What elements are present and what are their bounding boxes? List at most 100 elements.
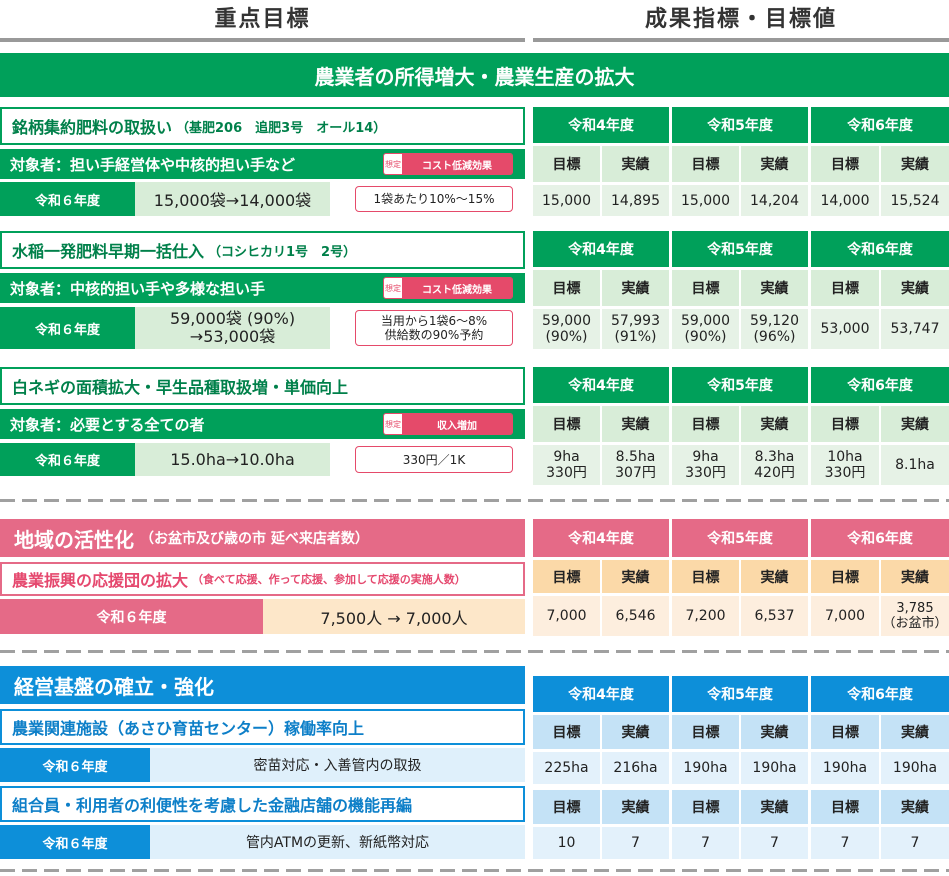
s1-item1-year: 令和６年度 [0,182,135,216]
s2-title-note: （食べて応援、作って応援、参加して応援の実施人数） [192,573,466,586]
s3-item2-value: 管内ATMの更新、新紙幣対応 [150,825,525,859]
table-sub-header: 目標 [672,270,739,306]
s1-item2-value: 59,000袋 (90%) →53,000袋 [135,307,330,349]
table-sub-header: 実績 [881,560,949,593]
table-cell: 9ha 330円 [533,445,600,485]
table-cell: 216ha [602,752,669,784]
table-sub-header: 実績 [741,790,808,824]
section2-banner-note: （お盆市及び歳の市 延べ来店者数） [140,531,369,547]
table-cell: 7,000 [811,596,879,636]
table-cell: 14,895 [602,185,669,216]
table-sub-header: 実績 [741,715,808,749]
s1-item2-badge-label: コスト低減効果 [402,278,512,298]
table-sub-header: 目標 [811,270,879,306]
table-cell: 59,000 (90%) [533,309,600,349]
table-sub-header: 実績 [881,406,949,442]
s1-item2-target-text: 対象者：中核的担い手や多様な担い手 [10,279,266,298]
s2-year: 令和６年度 [0,599,263,634]
table-year-header: 令和5年度 [672,676,808,712]
left-column-header: 重点目標 [214,7,311,32]
left-header-rule [0,38,525,42]
s2-value: 7,500人 → 7,000人 [263,599,525,634]
s3-item1-title: 農業関連施設（あさひ育苗センター）稼働率向上 [0,709,525,745]
s1-item3-note: 330円／1K [355,446,513,473]
section-divider [0,869,949,872]
s1-item2-title-note: （コシヒカリ1号 2号） [208,244,357,260]
table-sub-header: 実績 [881,270,949,306]
table-sub-header: 実績 [881,146,949,182]
s1-item3-value: 15.0ha→10.0ha [135,443,330,476]
table-sub-header: 目標 [811,790,879,824]
table-sub-header: 目標 [533,560,600,593]
table-sub-header: 実績 [602,406,669,442]
table-year-header: 令和6年度 [811,231,949,267]
s1-item1-title: 銘柄集約肥料の取扱い （基肥206 追肥3号 オール14） [0,107,525,145]
table-sub-header: 目標 [533,270,600,306]
section3-banner: 経営基盤の確立・強化 [0,666,525,704]
table-cell: 3,785 （お盆市） [881,596,949,636]
table-cell: 6,537 [741,596,808,636]
section2-banner-text: 地域の活性化 [14,527,134,552]
s1-item3-badge-left: 想定 [384,414,402,434]
table-cell: 14,000 [811,185,879,216]
table-cell: 7 [881,827,949,859]
table-sub-header: 目標 [811,406,879,442]
table-sub-header: 実績 [741,406,808,442]
right-column-header: 成果指標・目標値 [644,7,837,32]
table-year-header: 令和6年度 [811,367,949,403]
s1-item1-value: 15,000袋→14,000袋 [135,182,330,216]
table-sub-header: 実績 [602,715,669,749]
table-sub-header: 目標 [533,406,600,442]
s1-item3-year: 令和６年度 [0,443,135,476]
s1-item3-title: 白ネギの面積拡大・早生品種取扱増・単価向上 [0,367,525,405]
table-cell: 53,000 [811,309,879,349]
table-sub-header: 目標 [672,146,739,182]
table-sub-header: 目標 [533,790,600,824]
table-cell: 8.3ha 420円 [741,445,808,485]
s3-item2-title-text: 組合員・利用者の利便性を考慮した金融店舗の機能再編 [12,796,413,815]
table-sub-header: 実績 [602,146,669,182]
s3-item2-year: 令和６年度 [0,825,150,859]
table-year-header: 令和4年度 [533,231,669,267]
table-year-header: 令和4年度 [533,367,669,403]
table-cell: 59,120 (96%) [741,309,808,349]
s3-item1-year: 令和６年度 [0,748,150,782]
table-cell: 53,747 [881,309,949,349]
s1-item3-target-text: 対象者：必要とする全ての者 [10,415,205,434]
table-year-header: 令和5年度 [672,231,808,267]
table-sub-header: 実績 [881,790,949,824]
table-cell: 7 [672,827,739,859]
table-year-header: 令和5年度 [672,367,808,403]
s3-item1-value: 密苗対応・入善管内の取扱 [150,748,525,782]
table-cell: 15,524 [881,185,949,216]
table-cell: 9ha 330円 [672,445,739,485]
table-cell: 7,000 [533,596,600,636]
table-cell: 59,000 (90%) [672,309,739,349]
table-cell: 190ha [881,752,949,784]
table-sub-header: 目標 [533,715,600,749]
right-header-rule [533,38,949,42]
table-year-header: 令和5年度 [672,519,808,557]
table-cell: 190ha [811,752,879,784]
table-year-header: 令和4年度 [533,107,669,143]
table-cell: 15,000 [672,185,739,216]
table-cell: 7 [741,827,808,859]
section-divider [0,499,949,502]
table-year-header: 令和4年度 [533,676,669,712]
s2-title: 農業振興の応援団の拡大 （食べて応援、作って応援、参加して応援の実施人数） [0,562,525,596]
table-cell: 15,000 [533,185,600,216]
table-sub-header: 目標 [811,715,879,749]
table-year-header: 令和6年度 [811,107,949,143]
table-cell: 7,200 [672,596,739,636]
table-cell: 7 [602,827,669,859]
table-sub-header: 実績 [741,146,808,182]
s1-item1-badge-label: コスト低減効果 [402,154,512,174]
table-year-header: 令和6年度 [811,519,949,557]
s1-item2-title: 水稲一発肥料早期一括仕入 （コシヒカリ1号 2号） [0,231,525,269]
s1-item2-note: 当用から1袋6～8% 供給数の90%予約 [355,310,513,346]
table-sub-header: 実績 [602,560,669,593]
s3-item2-title: 組合員・利用者の利便性を考慮した金融店舗の機能再編 [0,786,525,822]
table-cell: 6,546 [602,596,669,636]
s3-item1-title-text: 農業関連施設（あさひ育苗センター）稼働率向上 [12,719,365,738]
table-cell: 7 [811,827,879,859]
